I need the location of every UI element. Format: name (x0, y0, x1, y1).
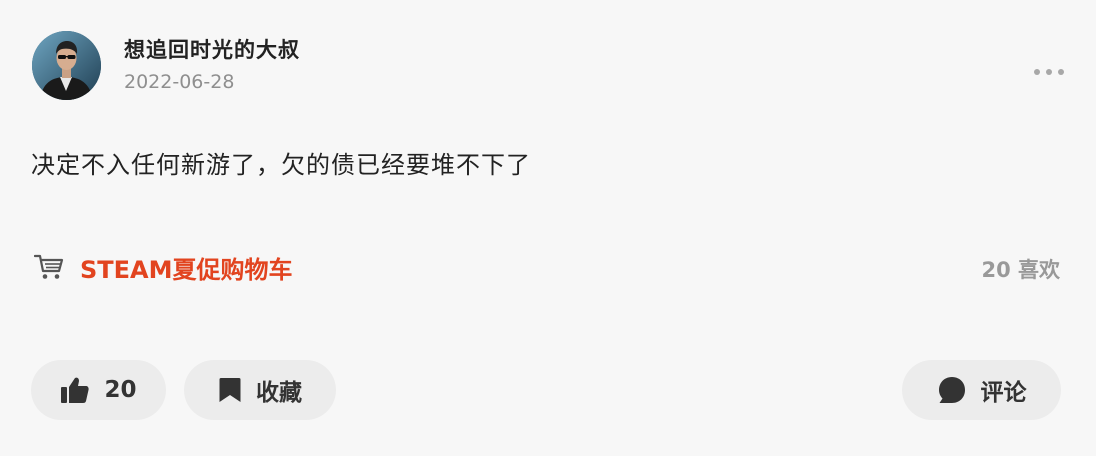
dot (1058, 69, 1064, 75)
comment-bubble-icon (938, 377, 965, 403)
avatar-image (32, 31, 101, 100)
thumbs-up-icon (61, 377, 90, 403)
dot (1046, 69, 1052, 75)
bookmark-icon (219, 378, 241, 402)
post-date: 2022-06-28 (124, 71, 235, 93)
author-name[interactable]: 想追回时光的大叔 (124, 34, 300, 64)
like-count: 20 (104, 377, 137, 403)
post-card: 想追回时光的大叔 2022-06-28 决定不入任何新游了，欠的债已经要堆不下了… (0, 0, 1096, 456)
post-content: 决定不入任何新游了，欠的债已经要堆不下了 (31, 151, 531, 179)
shopping-cart-icon (34, 254, 64, 279)
more-dots-icon[interactable] (1034, 64, 1064, 80)
comment-label: 评论 (980, 380, 1027, 406)
like-button[interactable]: 20 (31, 360, 166, 420)
topic-label: STEAM夏促购物车 (80, 255, 293, 284)
topic-likes-count: 20 喜欢 (981, 258, 1060, 282)
avatar[interactable] (32, 31, 101, 100)
dot (1034, 69, 1040, 75)
collect-label: 收藏 (256, 380, 302, 406)
topic-link[interactable]: STEAM夏促购物车 (34, 250, 293, 284)
comment-button[interactable]: 评论 (902, 360, 1061, 420)
collect-button[interactable]: 收藏 (184, 360, 336, 420)
